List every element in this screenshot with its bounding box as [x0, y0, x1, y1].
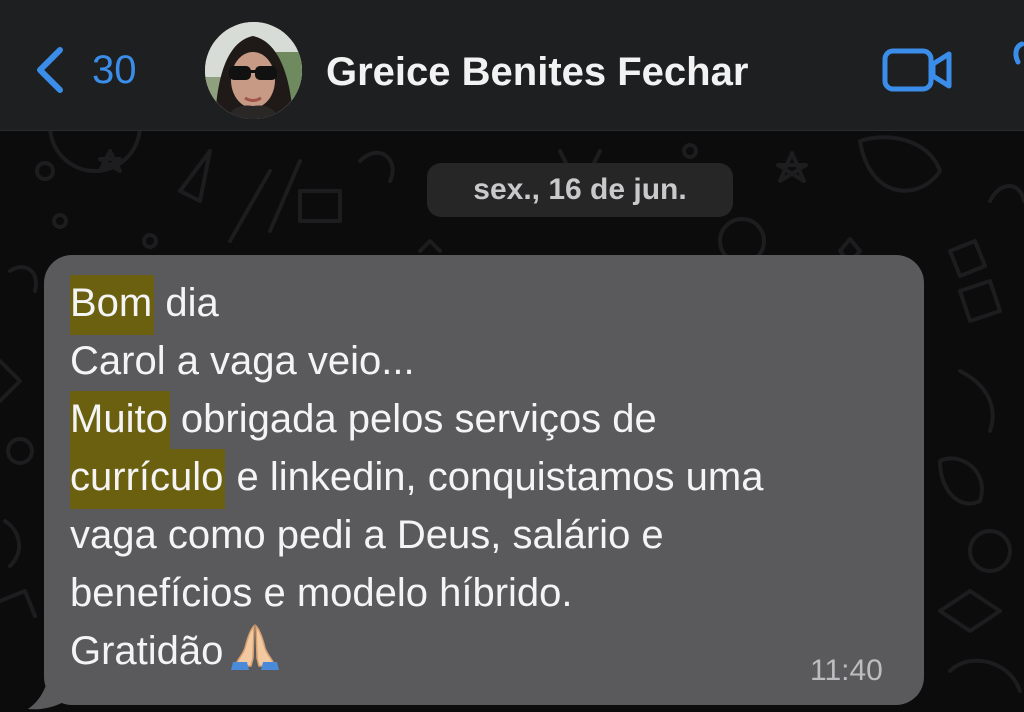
message-time: 11:40 — [810, 654, 883, 687]
praying-hands-emoji — [231, 622, 280, 686]
contact-name[interactable]: Greice Benites Fechar — [326, 44, 748, 100]
chevron-left-icon — [37, 47, 63, 93]
message-line: currículo e linkedin, conquistamos uma — [70, 448, 910, 509]
message-line: Gratidão — [70, 622, 910, 686]
message-line: Carol a vaga veio... — [70, 339, 415, 383]
message-line: Bom dia — [70, 274, 910, 335]
chat-header: 30 Greice Benites Fechar — [0, 0, 1024, 131]
search-highlight: Muito — [70, 391, 170, 451]
message-line: benefícios e modelo híbrido. — [70, 571, 573, 615]
unread-count: 30 — [92, 48, 137, 92]
back-button[interactable]: 30 — [30, 40, 137, 100]
avatar[interactable] — [205, 22, 302, 119]
search-highlight: currículo — [70, 449, 226, 509]
search-highlight: Bom — [70, 275, 155, 335]
message-line: vaga como pedi a Deus, salário e — [70, 513, 664, 557]
phone-icon[interactable] — [1012, 40, 1024, 90]
whatsapp-chat-screen: 30 Greice Benites Fechar sex., 16 de jun… — [0, 0, 1024, 712]
chat-area: sex., 16 de jun. Bom dia Carol a vaga ve… — [0, 131, 1024, 712]
video-camera-icon[interactable] — [882, 46, 954, 94]
date-separator: sex., 16 de jun. — [427, 163, 733, 217]
message-line: Muito obrigada pelos serviços de — [70, 390, 910, 451]
message-text[interactable]: Bom dia Carol a vaga veio... Muito obrig… — [70, 274, 910, 686]
